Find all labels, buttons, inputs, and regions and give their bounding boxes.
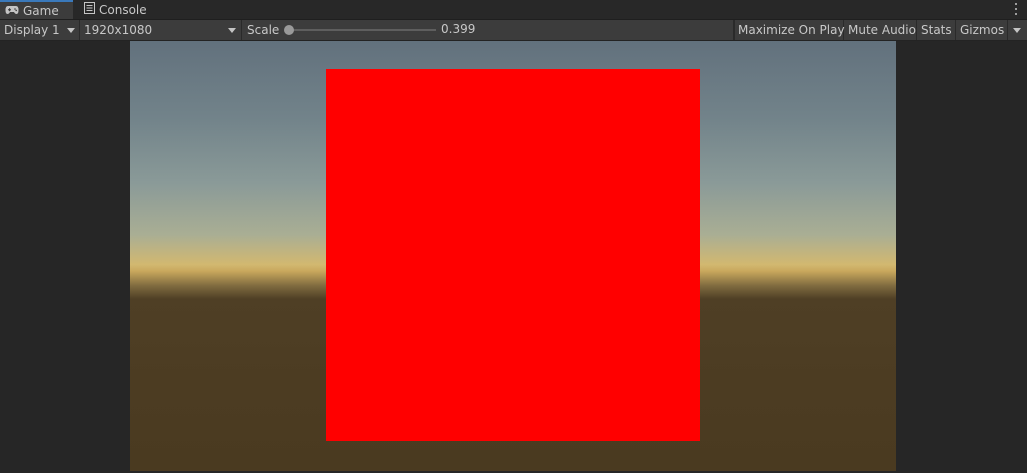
gizmos-label: Gizmos <box>960 23 1005 37</box>
maximize-on-play-label: Maximize On Play <box>738 23 845 37</box>
gamepad-icon <box>5 4 19 18</box>
scale-slider-track[interactable] <box>292 29 436 31</box>
tab-console-label: Console <box>99 2 147 17</box>
mute-audio-label: Mute Audio <box>848 23 916 37</box>
gizmos-button[interactable]: Gizmos <box>957 20 1008 40</box>
scale-slider-thumb[interactable] <box>284 25 294 35</box>
stats-label: Stats <box>921 23 952 37</box>
mute-audio-button[interactable]: Mute Audio <box>845 20 917 40</box>
scale-control: Scale 0.399 <box>242 20 734 40</box>
maximize-on-play-button[interactable]: Maximize On Play <box>734 20 845 40</box>
stats-button[interactable]: Stats <box>918 20 956 40</box>
tab-console[interactable]: Console <box>81 0 151 19</box>
chevron-down-icon <box>67 28 75 33</box>
display-dropdown[interactable]: Display 1 <box>0 20 80 40</box>
tab-game-label: Game <box>23 3 59 18</box>
chevron-down-icon <box>1013 28 1021 33</box>
scale-label: Scale <box>247 23 280 37</box>
console-icon <box>84 2 95 17</box>
gizmos-dropdown[interactable] <box>1008 20 1027 40</box>
more-options-icon[interactable] <box>1013 2 1019 16</box>
resolution-dropdown[interactable]: 1920x1080 <box>80 20 242 40</box>
window-tab-bar: Game Console <box>0 0 1027 20</box>
chevron-down-icon <box>228 28 236 33</box>
display-dropdown-label: Display 1 <box>4 23 60 37</box>
tab-game[interactable]: Game <box>0 0 73 19</box>
resolution-dropdown-label: 1920x1080 <box>84 23 153 37</box>
red-square-object <box>326 69 700 441</box>
game-view-toolbar: Display 1 1920x1080 Scale 0.399 Maximize… <box>0 20 1027 41</box>
scale-value: 0.399 <box>441 22 476 36</box>
